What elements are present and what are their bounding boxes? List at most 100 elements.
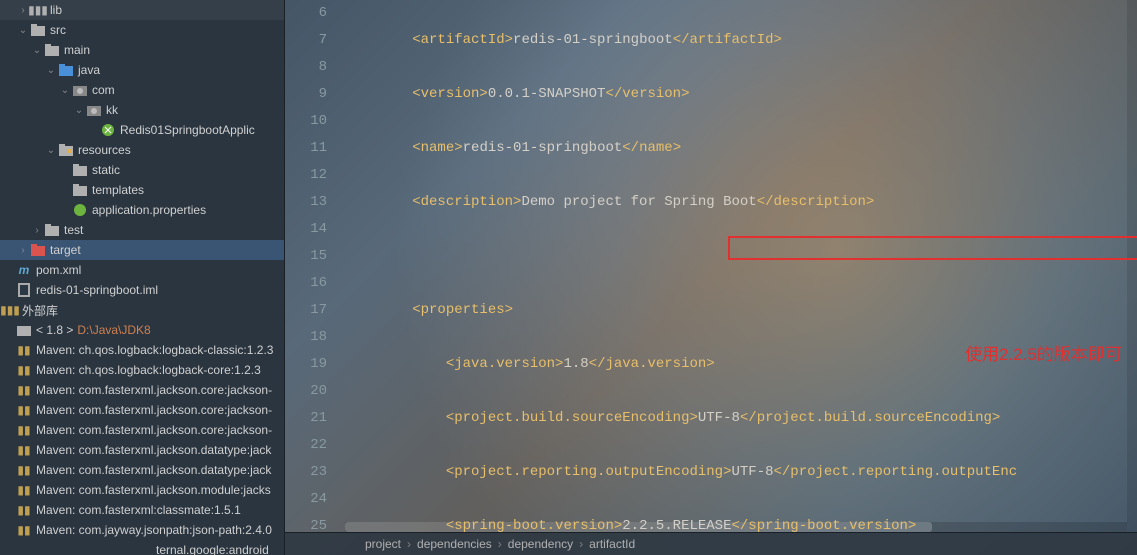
line-number: 23 <box>285 459 327 486</box>
target-folder-icon <box>30 242 46 258</box>
tree-label: static <box>92 163 120 177</box>
library-icon: ▮▮ <box>16 342 32 358</box>
package-icon <box>72 82 88 98</box>
tree-node-maven-lib[interactable]: ▮▮Maven: ch.qos.logback:logback-classic:… <box>0 340 284 360</box>
tree-label: Maven: com.fasterxml:classmate:1.5.1 <box>36 503 241 517</box>
tree-node-target[interactable]: › target <box>0 240 284 260</box>
code-line[interactable] <box>345 243 1137 270</box>
package-icon <box>86 102 102 118</box>
code-editor: 6 7 8 9 10 11 12 13 14 15 16 17 18 19 20… <box>285 0 1137 555</box>
tree-label: application.properties <box>92 203 206 217</box>
tree-node-maven-lib[interactable]: ▮▮ Maven: ch.qos.logback:logback-core:1.2… <box>0 360 284 380</box>
tree-node-maven-lib[interactable]: ▮▮ Maven: com.fasterxml.jackson.core:jack… <box>0 380 284 400</box>
chevron-down-icon: ⌄ <box>16 25 30 36</box>
breadcrumb-item[interactable]: artifactId <box>589 537 635 551</box>
code-line[interactable]: <project.build.sourceEncoding>UTF-8</pro… <box>345 405 1137 432</box>
code-line[interactable]: <project.reporting.outputEncoding>UTF-8<… <box>345 459 1137 486</box>
breadcrumb-item[interactable]: dependencies <box>417 537 492 551</box>
tree-node-test[interactable]: › test <box>0 220 284 240</box>
library-icon: ▮▮ <box>16 402 32 418</box>
tree-label: Maven: com.fasterxml.jackson.core:jackso… <box>36 383 272 397</box>
line-number: 14 <box>285 216 327 243</box>
chevron-down-icon: ⌄ <box>44 145 58 156</box>
library-icon: ▮▮▮ <box>2 302 18 318</box>
chevron-down-icon: ⌄ <box>44 65 58 76</box>
tree-node-maven-lib[interactable]: ▮▮ Maven: com.fasterxml.jackson.datatype:… <box>0 460 284 480</box>
line-number: 21 <box>285 405 327 432</box>
library-icon: ▮▮ <box>16 362 32 378</box>
breadcrumb-bar: project › dependencies › dependency › ar… <box>285 532 1137 555</box>
code-line[interactable]: <version>0.0.1-SNAPSHOT</version> <box>345 81 1137 108</box>
tree-label: Maven: ch.qos.logback:logback-core:1.2.3 <box>36 363 261 377</box>
tree-node-maven-lib[interactable]: ▮▮Maven: com.fasterxml.jackson.module:ja… <box>0 480 284 500</box>
chevron-right-icon: › <box>16 245 30 256</box>
library-icon: ▮▮ <box>16 442 32 458</box>
breadcrumb-item[interactable]: dependency <box>508 537 573 551</box>
tree-label: target <box>50 243 81 257</box>
line-number: 15 <box>285 243 327 270</box>
tree-node-app-props[interactable]: application.properties <box>0 200 284 220</box>
chevron-down-icon: ⌄ <box>58 85 72 96</box>
tree-node-static[interactable]: static <box>0 160 284 180</box>
tree-node-maven-lib[interactable]: ▮▮ Maven: com.fasterxml.jackson.datatype:… <box>0 440 284 460</box>
tree-label: 外部库 <box>22 302 58 319</box>
code-line[interactable]: <name>redis-01-springboot</name> <box>345 135 1137 162</box>
code-line[interactable]: <spring-boot.version>2.2.5.RELEASE</spri… <box>345 513 1137 532</box>
tree-label: Maven: com.fasterxml.jackson.core:jackso… <box>36 403 272 417</box>
library-icon: ▮▮ <box>16 382 32 398</box>
code-area[interactable]: 6 7 8 9 10 11 12 13 14 15 16 17 18 19 20… <box>285 0 1137 532</box>
line-number: 17 <box>285 297 327 324</box>
breadcrumb-item[interactable]: project <box>365 537 401 551</box>
chevron-right-icon: › <box>407 537 411 551</box>
tree-label: Redis01SpringbootApplic <box>120 123 255 137</box>
tree-node-jdk[interactable]: < 1.8 > D:\Java\JDK8 <box>0 320 284 340</box>
tree-label: com <box>92 83 115 97</box>
code-line[interactable]: <artifactId>redis-01-springboot</artifac… <box>345 27 1137 54</box>
tree-node-kk[interactable]: ⌄ kk <box>0 100 284 120</box>
tree-node-lib[interactable]: › ▮▮▮ lib <box>0 0 284 20</box>
spring-class-icon <box>100 122 116 138</box>
tree-node-maven-lib[interactable]: ▮▮Maven: com.jayway.jsonpath:json-path:2… <box>0 520 284 540</box>
line-number: 18 <box>285 324 327 351</box>
tree-label: Maven: com.jayway.jsonpath:json-path:2.4… <box>36 523 272 537</box>
code-line[interactable]: <java.version>1.8</java.version> <box>345 351 1137 378</box>
line-gutter: 6 7 8 9 10 11 12 13 14 15 16 17 18 19 20… <box>285 0 345 532</box>
tree-node-templates[interactable]: templates <box>0 180 284 200</box>
tree-label: redis-01-springboot.iml <box>36 283 158 297</box>
line-number: 13 <box>285 189 327 216</box>
tree-node-java[interactable]: ⌄ java <box>0 60 284 80</box>
tree-node-ext-lib[interactable]: ▮▮▮ 外部库 <box>0 300 284 320</box>
code-content[interactable]: <artifactId>redis-01-springboot</artifac… <box>345 0 1137 532</box>
line-number: 7 <box>285 27 327 54</box>
line-number: 8 <box>285 54 327 81</box>
chevron-right-icon: › <box>579 537 583 551</box>
tree-label: Maven: com.fasterxml.jackson.core:jackso… <box>36 423 272 437</box>
chevron-right-icon: › <box>30 225 44 236</box>
tree-node-maven-lib[interactable]: ▮▮Maven: com.fasterxml.jackson.core:jack… <box>0 420 284 440</box>
tree-node-src[interactable]: ⌄ src <box>0 20 284 40</box>
folder-icon <box>72 182 88 198</box>
code-line[interactable]: <description>Demo project for Spring Boo… <box>345 189 1137 216</box>
tree-node-resources[interactable]: ⌄ resources <box>0 140 284 160</box>
tree-label: Maven: com.fasterxml.jackson.datatype:ja… <box>36 443 271 457</box>
tree-node-maven-lib[interactable]: ternal.google:android <box>0 540 284 555</box>
tree-node-pom[interactable]: m pom.xml <box>0 260 284 280</box>
code-line[interactable]: <properties> <box>345 297 1137 324</box>
tree-label: Maven: com.fasterxml.jackson.datatype:ja… <box>36 463 271 477</box>
folder-icon: ▮▮▮ <box>30 2 46 18</box>
line-number: 12 <box>285 162 327 189</box>
spring-props-icon <box>72 202 88 218</box>
tree-node-iml[interactable]: redis-01-springboot.iml <box>0 280 284 300</box>
tree-label: lib <box>50 3 62 17</box>
tree-node-com[interactable]: ⌄ com <box>0 80 284 100</box>
tree-node-maven-lib[interactable]: ▮▮ Maven: com.fasterxml.jackson.core:jack… <box>0 400 284 420</box>
tree-node-main[interactable]: ⌄ main <box>0 40 284 60</box>
line-number: 9 <box>285 81 327 108</box>
library-icon: ▮▮ <box>16 462 32 478</box>
tree-node-maven-lib[interactable]: ▮▮Maven: com.fasterxml:classmate:1.5.1 <box>0 500 284 520</box>
tree-node-app-class[interactable]: Redis01SpringbootApplic <box>0 120 284 140</box>
tree-label: Maven: com.fasterxml.jackson.module:jack… <box>36 483 271 497</box>
line-number: 24 <box>285 486 327 513</box>
tree-label: java <box>78 63 100 77</box>
line-number: 16 <box>285 270 327 297</box>
